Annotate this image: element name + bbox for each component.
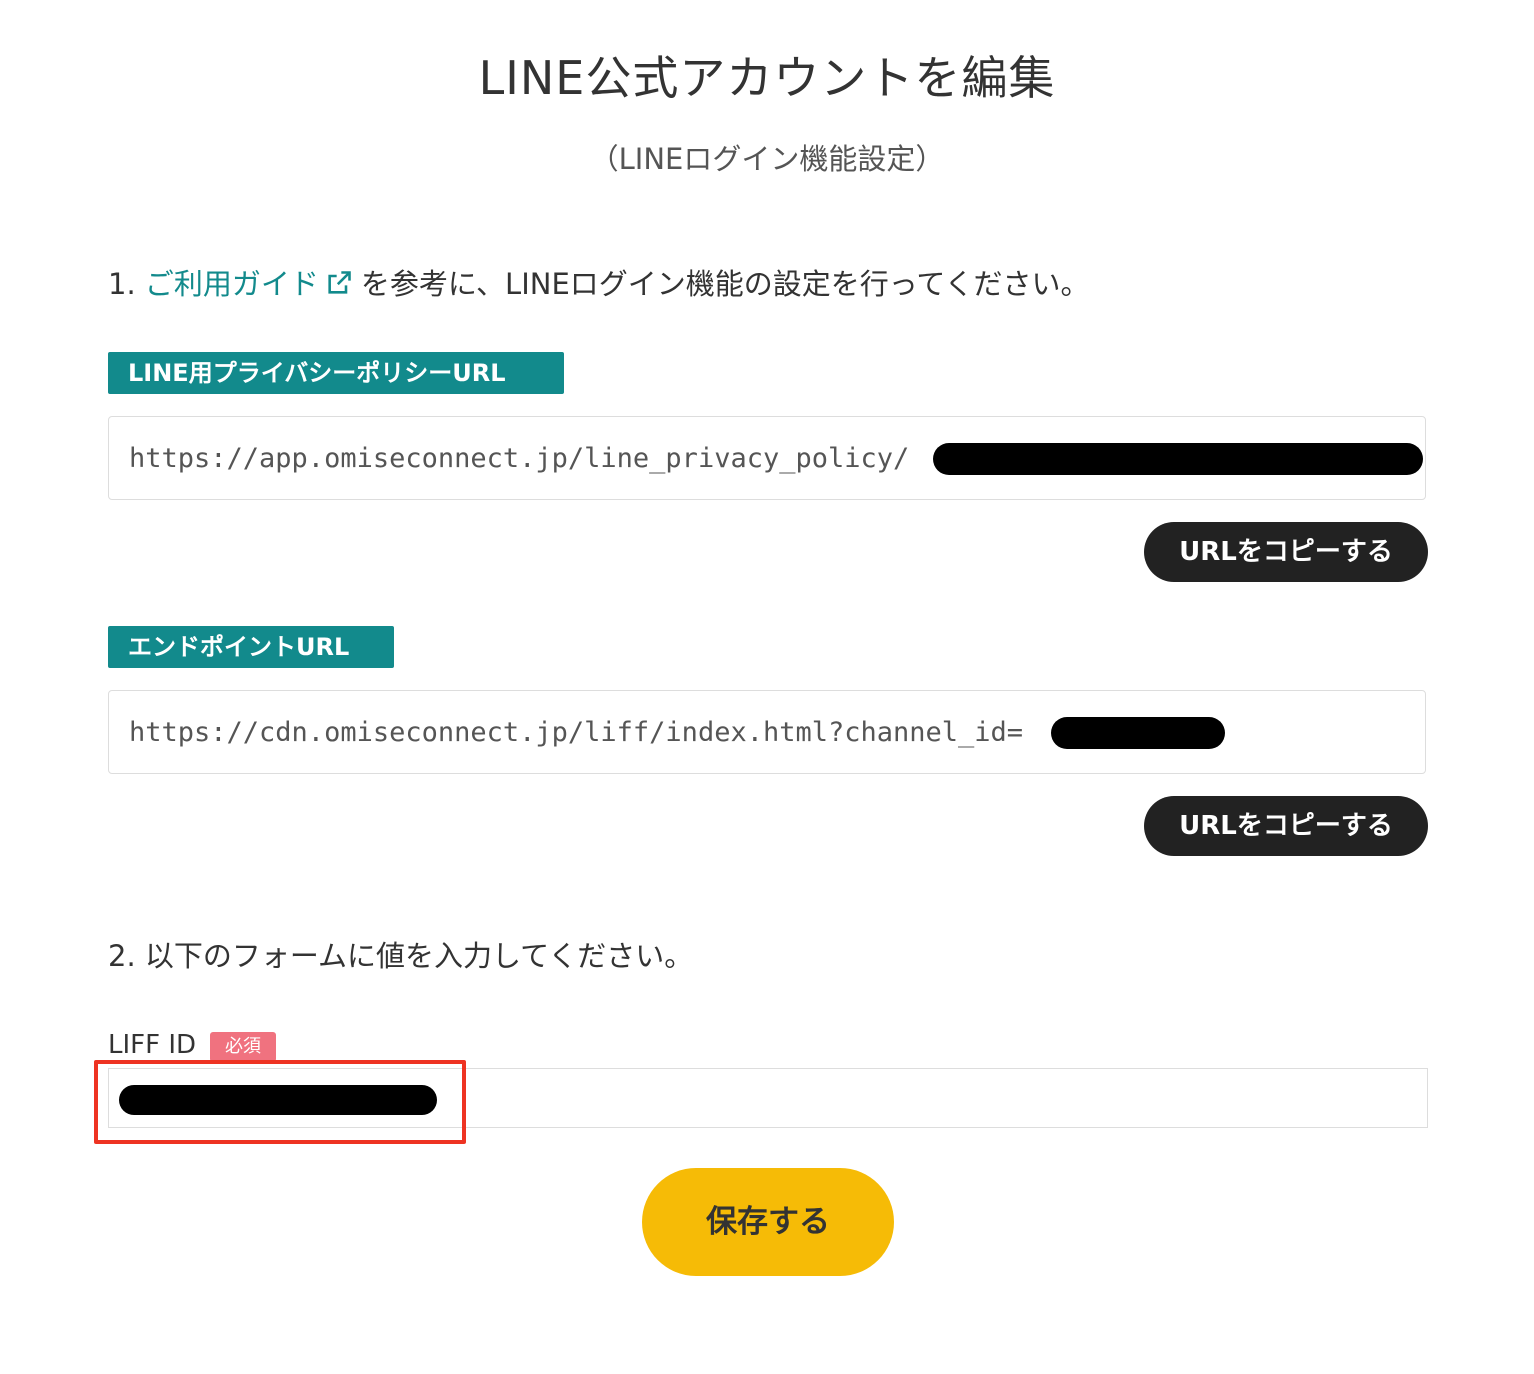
endpoint-url-field[interactable]: https://cdn.omiseconnect.jp/liff/index.h… [108,690,1426,774]
endpoint-url-label: エンドポイントURL [108,626,394,668]
highlight-annotation [94,1060,466,1144]
step-1-prefix: 1. [108,267,145,301]
privacy-policy-url-label: LINE用プライバシーポリシーURL [108,352,564,394]
copy-endpoint-url-button[interactable]: URLをコピーする [1144,796,1428,856]
privacy-policy-url-field[interactable]: https://app.omiseconnect.jp/line_privacy… [108,416,1426,500]
liff-id-label: LIFF ID [108,1030,197,1060]
edit-line-account-page: LINE公式アカウントを編集 （LINEログイン機能設定） 1. ご利用ガイド を… [0,0,1534,1374]
external-link-icon[interactable] [325,269,353,297]
step-1-suffix: を参考に、LINEログイン機能の設定を行ってください。 [360,267,1090,301]
user-guide-link[interactable]: ご利用ガイド [145,267,361,301]
user-guide-link-text[interactable]: ご利用ガイド [145,267,319,301]
endpoint-url-text[interactable]: https://cdn.omiseconnect.jp/liff/index.h… [129,713,1023,753]
step-2-instruction: 2. 以下のフォームに値を入力してください。 [108,939,694,973]
page-subtitle: （LINEログイン機能設定） [589,142,945,176]
step-1-instruction: 1. ご利用ガイド を参考に、LINEログイン機能の設定を行ってください。 [108,264,1089,304]
required-badge: 必須 [210,1032,276,1062]
privacy-policy-url-text[interactable]: https://app.omiseconnect.jp/line_privacy… [129,439,909,479]
redacted-block [933,443,1423,475]
save-button[interactable]: 保存する [642,1168,894,1276]
redacted-block [1051,717,1225,749]
page-title: LINE公式アカウントを編集 [478,51,1056,105]
copy-privacy-url-button[interactable]: URLをコピーする [1144,522,1428,582]
